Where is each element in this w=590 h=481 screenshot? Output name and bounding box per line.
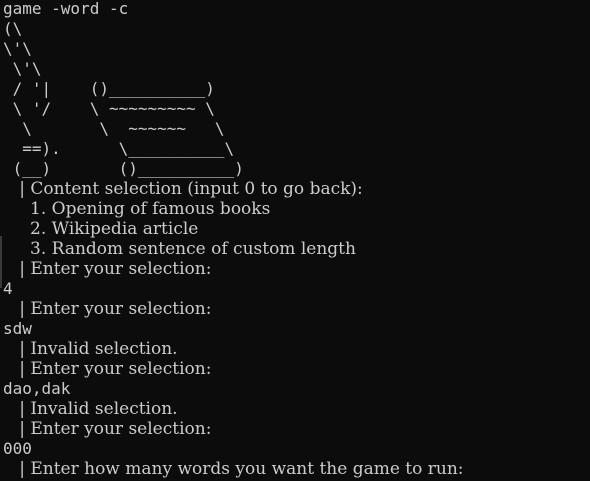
- ascii-art-line: \ \ ~~~~~~ \: [3, 119, 225, 138]
- ascii-art-line: ==). \__________\: [3, 139, 235, 158]
- menu-option-2: 2. Wikipedia article: [3, 219, 199, 239]
- terminal-window[interactable]: game -word -c (\ \'\ \'\ / '| ()________…: [0, 0, 590, 481]
- ascii-art-line: \'\: [3, 59, 42, 78]
- selection-prompt: | Enter your selection:: [3, 259, 212, 279]
- menu-option-1: 1. Opening of famous books: [3, 199, 271, 219]
- ascii-art-line: \'\: [3, 39, 32, 58]
- user-input-line: 4: [3, 279, 13, 298]
- error-message: | Invalid selection.: [3, 399, 178, 419]
- user-input-line: dao,dak: [3, 379, 71, 398]
- command-line: game -word -c: [3, 0, 129, 18]
- selection-prompt: | Enter your selection:: [3, 359, 212, 379]
- ascii-art-line: / '| ()__________): [3, 79, 215, 98]
- selection-prompt: | Enter your selection:: [3, 419, 212, 439]
- ascii-art-line: (__) ()__________): [3, 159, 244, 178]
- ascii-art-line: \ '/ \ ~~~~~~~~~ \: [3, 99, 215, 118]
- selection-prompt: | Enter your selection:: [3, 299, 212, 319]
- word-count-prompt: | Enter how many words you want the game…: [3, 459, 464, 479]
- menu-option-3: 3. Random sentence of custom length: [3, 239, 356, 259]
- error-message: | Invalid selection.: [3, 339, 178, 359]
- ascii-art-line: (\: [3, 19, 23, 38]
- user-input-line: 000: [3, 439, 32, 458]
- scroll-marker: [0, 236, 2, 288]
- user-input-line: sdw: [3, 319, 32, 338]
- menu-header: | Content selection (input 0 to go back)…: [3, 179, 363, 199]
